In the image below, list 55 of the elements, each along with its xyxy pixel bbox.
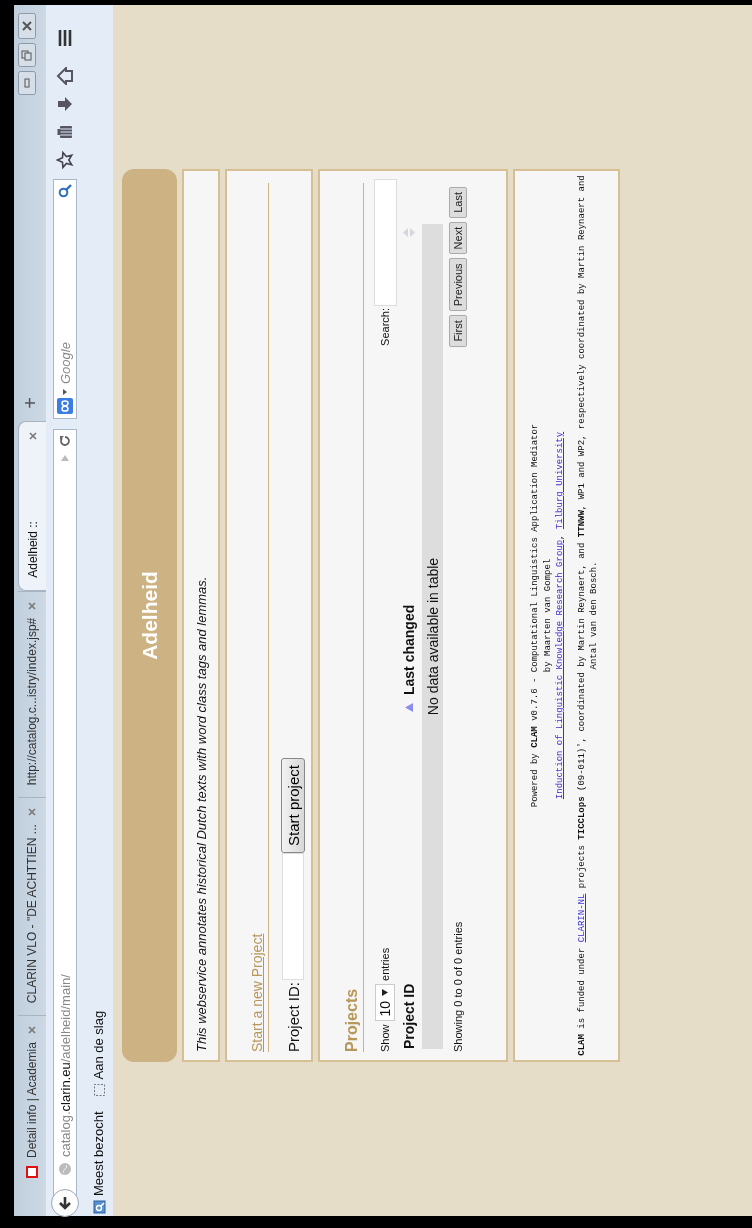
url-text: catalog.clarin.eu/adelheid/main/	[57, 974, 73, 1157]
section-heading: Start a new Project	[249, 933, 265, 1052]
close-icon[interactable]	[28, 431, 37, 440]
pager-button[interactable]: Next	[449, 221, 467, 255]
browser-tab[interactable]: Adelheid ::	[18, 420, 46, 591]
field-label: Project ID:	[284, 981, 302, 1052]
search-bar[interactable]: Google	[53, 179, 77, 419]
start-project-button[interactable]: Start project	[281, 758, 305, 853]
reload-icon[interactable]	[58, 434, 72, 448]
globe-icon	[58, 1162, 72, 1176]
arrow-left-icon	[58, 1196, 72, 1210]
clipboard-icon[interactable]	[56, 123, 74, 141]
restore-icon[interactable]	[18, 43, 36, 67]
star-icon[interactable]	[56, 151, 74, 169]
search-engine-icon[interactable]	[57, 398, 73, 414]
back-button[interactable]	[51, 1189, 79, 1217]
table-info: Showing 0 to 0 of 0 entries	[452, 921, 464, 1052]
tab-title: CLARIN VLO - "DE ACHTTIEN ...	[25, 824, 39, 1004]
footer-text: CLAM is funded under CLARIN-NL projects TICCLops (09-011)', coordinated by Martin Reynaert, and TTNWW, WP1 and WP2, respectively coordinated by Martin Reynaert and Antal van den Bosch.	[575, 174, 600, 1058]
column-header[interactable]: Project ID	[401, 983, 417, 1049]
bookmark-item[interactable]: Aan de slag	[91, 1010, 106, 1098]
close-icon[interactable]	[28, 601, 36, 610]
download-icon[interactable]	[56, 95, 74, 113]
new-tab-button[interactable]: +	[20, 397, 40, 409]
close-icon[interactable]	[28, 1026, 36, 1035]
footer-text: Powered by CLAM v0.7.6 - Computational Linguistics Application Mediator by Maarten van Gompel Induction of Linguistic Knowledge Research Group, Tilburg University	[529, 422, 566, 810]
tab-title: Detail info | Academia	[25, 1042, 39, 1158]
close-icon[interactable]	[18, 13, 36, 39]
entries-label: entries	[379, 947, 391, 981]
column-header[interactable]: Last changed	[401, 604, 417, 695]
page-length-select[interactable]: 10	[375, 983, 395, 1022]
page-title: Adelheid	[137, 571, 162, 660]
menu-icon[interactable]	[56, 29, 74, 47]
footer-link[interactable]: CLARIN-NL	[576, 893, 587, 943]
pager-button[interactable]: First	[449, 315, 467, 347]
caret-icon	[382, 988, 388, 996]
tab-title: http://catalog.c...istry/index.jsp#	[25, 617, 39, 786]
minimize-icon[interactable]	[18, 71, 36, 95]
description-text: This webservice annotates historical Dutch texts with word class tags and lemmas.	[193, 576, 209, 1052]
close-icon[interactable]	[28, 808, 36, 817]
tab-title: Adelheid ::	[25, 520, 40, 578]
show-label: Show	[379, 1024, 391, 1052]
search-field[interactable]: Google	[56, 201, 74, 386]
pager-button[interactable]: Previous	[449, 258, 467, 312]
search-field[interactable]	[373, 179, 397, 306]
empty-table-message: No data available in table	[424, 557, 441, 716]
pager-button[interactable]: Last	[449, 187, 467, 218]
project-id-field[interactable]	[282, 852, 304, 980]
sort-ascending-icon[interactable]	[405, 703, 413, 712]
section-heading: Projects	[343, 988, 360, 1052]
caret-icon	[62, 389, 68, 395]
search-icon[interactable]	[58, 184, 72, 198]
bookmark-item[interactable]: Meest bezocht	[91, 1111, 106, 1214]
footer-link[interactable]: Tilburg University	[555, 431, 565, 530]
search-label: Search:	[379, 308, 391, 346]
